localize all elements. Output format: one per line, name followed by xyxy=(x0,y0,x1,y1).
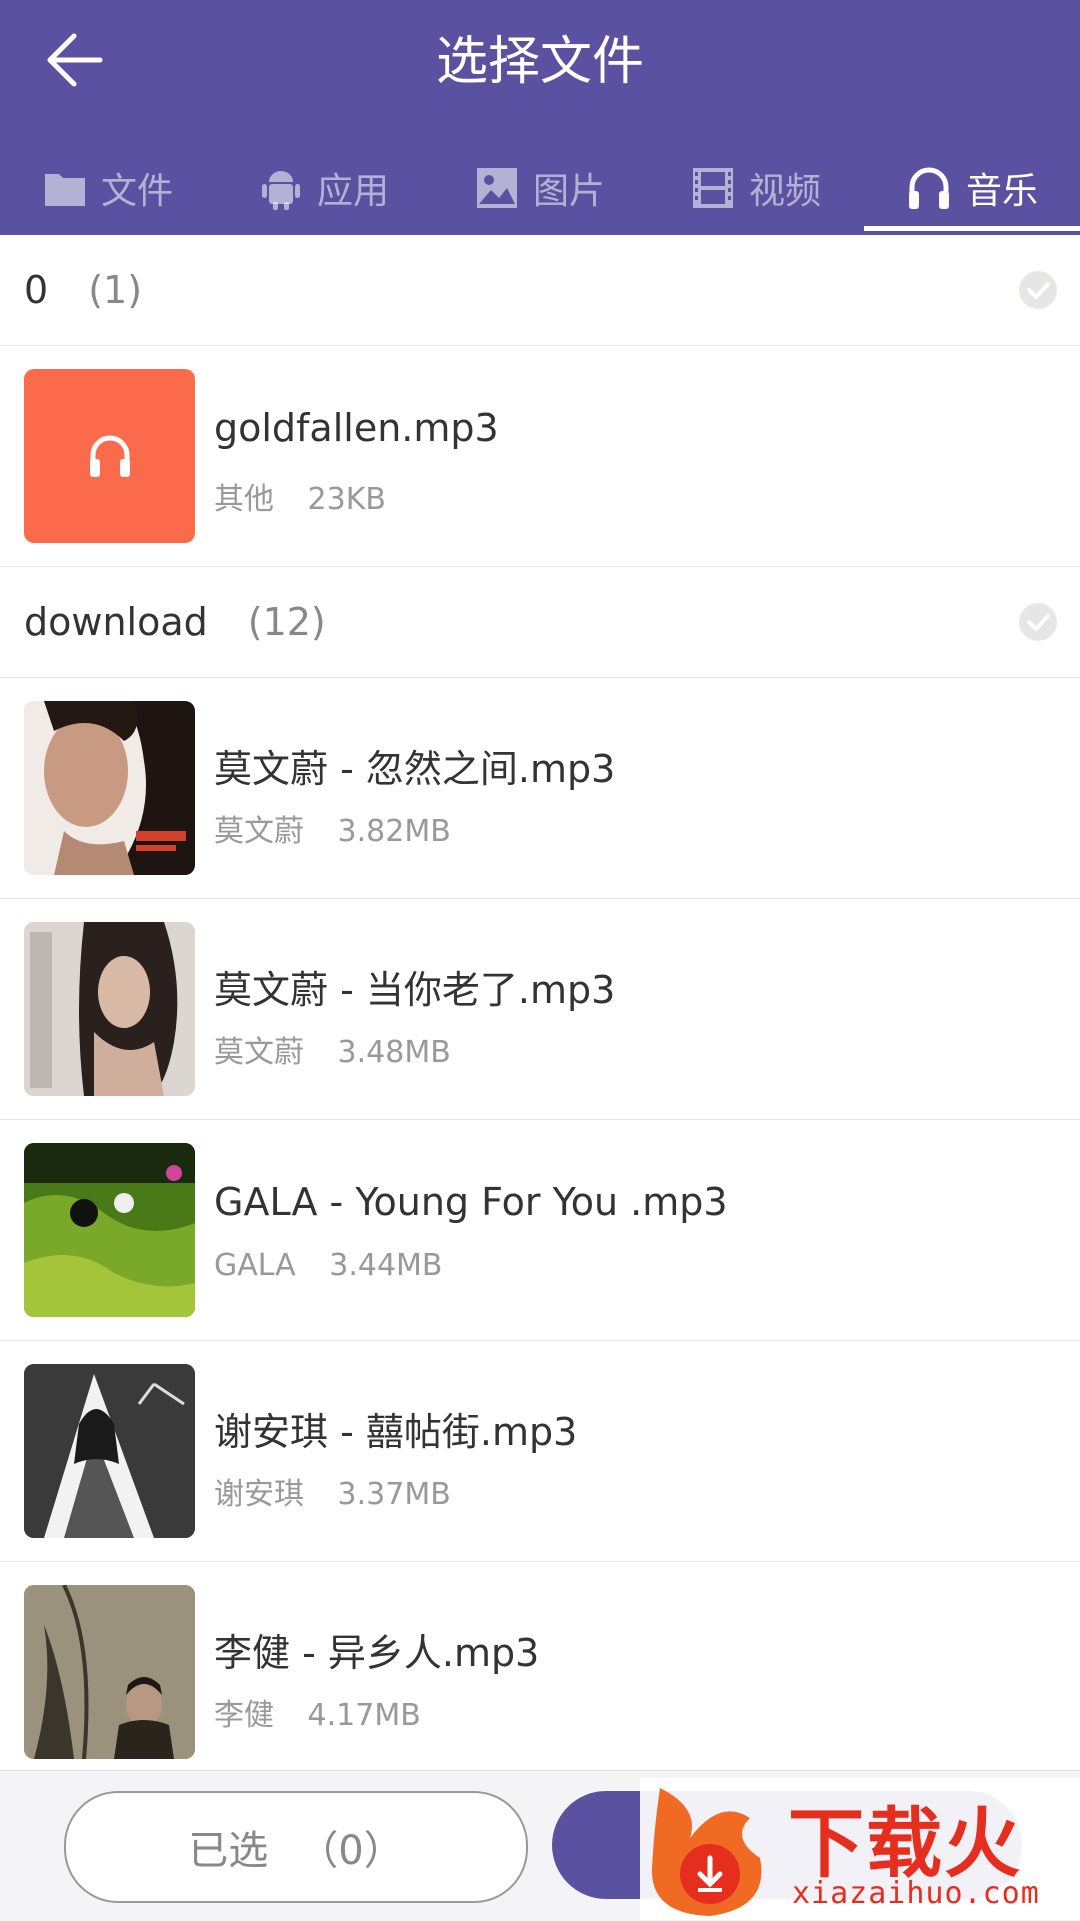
album-art-image xyxy=(24,1364,195,1538)
tab-apps[interactable]: 应用 xyxy=(216,140,432,235)
music-thumbnail xyxy=(24,369,195,543)
headphones-icon xyxy=(89,435,130,477)
flame-logo-icon xyxy=(651,1788,762,1916)
file-size: 3.82MB xyxy=(337,814,451,849)
page-title: 选择文件 xyxy=(435,32,644,92)
file-meta: 其他 23KB xyxy=(214,474,386,518)
file-name: 谢安琪 - 囍帖街.mp3 xyxy=(214,1410,578,1454)
album-cover xyxy=(24,701,195,875)
list-item[interactable]: 莫文蔚 - 忽然之间.mp3 莫文蔚 3.82MB xyxy=(0,678,1080,899)
selected-count: （0） xyxy=(298,1828,404,1874)
film-icon xyxy=(692,167,733,208)
group-header[interactable]: download (12) xyxy=(0,567,1080,678)
album-cover xyxy=(24,1364,195,1538)
group-header[interactable]: 0 (1) xyxy=(0,235,1080,346)
album-art-image xyxy=(24,1585,195,1759)
list-item[interactable]: 谢安琪 - 囍帖街.mp3 谢安琪 3.37MB xyxy=(0,1341,1080,1562)
list-item[interactable]: 莫文蔚 - 当你老了.mp3 莫文蔚 3.48MB xyxy=(0,899,1080,1120)
file-size: 23KB xyxy=(307,482,386,517)
folder-icon xyxy=(44,173,85,206)
file-name: GALA - Young For You .mp3 xyxy=(214,1180,728,1224)
file-list: 0 (1) goldfallen.mp3 其他 23KB download (1… xyxy=(0,235,1080,1770)
check-circle-icon[interactable] xyxy=(1018,602,1058,642)
file-meta: 谢安琪 3.37MB xyxy=(214,1469,451,1513)
selected-label: 已选 xyxy=(188,1828,269,1874)
file-artist: 其他 xyxy=(214,482,274,517)
file-name: goldfallen.mp3 xyxy=(214,406,499,450)
file-name: 莫文蔚 - 当你老了.mp3 xyxy=(214,968,616,1012)
tab-label: 应用 xyxy=(316,170,389,212)
album-cover xyxy=(24,1143,195,1317)
file-meta: GALA 3.44MB xyxy=(214,1248,443,1283)
file-artist: 莫文蔚 xyxy=(214,814,304,849)
album-cover xyxy=(24,1585,195,1759)
tab-videos[interactable]: 视频 xyxy=(648,140,864,235)
group-count: (12) xyxy=(247,600,326,644)
app-header: 选择文件 文件 应用 图片 视频 音乐 xyxy=(0,0,1080,235)
android-icon xyxy=(261,170,300,210)
album-art-image xyxy=(24,1143,195,1317)
watermark-url: xiazaihuo.com xyxy=(792,1876,1040,1911)
file-artist: 莫文蔚 xyxy=(214,1035,304,1070)
tab-label: 视频 xyxy=(748,170,821,212)
list-item[interactable]: GALA - Young For You .mp3 GALA 3.44MB xyxy=(0,1120,1080,1341)
selected-files-button[interactable]: 已选 （0） xyxy=(64,1791,528,1903)
file-meta: 李健 4.17MB xyxy=(214,1690,421,1734)
list-item[interactable]: 李健 - 异乡人.mp3 李健 4.17MB xyxy=(0,1562,1080,1770)
check-circle-icon[interactable] xyxy=(1018,270,1058,310)
file-size: 3.48MB xyxy=(337,1035,451,1070)
list-item[interactable]: goldfallen.mp3 其他 23KB xyxy=(0,346,1080,567)
tab-label: 文件 xyxy=(100,170,173,212)
image-icon xyxy=(476,167,517,208)
group-name: download xyxy=(24,600,208,644)
tab-files[interactable]: 文件 xyxy=(0,140,216,235)
tab-label: 音乐 xyxy=(965,170,1038,212)
file-size: 4.17MB xyxy=(307,1698,421,1733)
album-art-image xyxy=(24,701,195,875)
file-artist: GALA xyxy=(214,1248,296,1283)
album-art-image xyxy=(24,922,195,1096)
tab-bar: 文件 应用 图片 视频 音乐 xyxy=(0,140,1080,235)
file-artist: 李健 xyxy=(214,1698,274,1733)
tab-music[interactable]: 音乐 xyxy=(864,140,1080,235)
group-count: (1) xyxy=(88,268,143,312)
file-size: 3.44MB xyxy=(329,1248,443,1283)
headphones-icon xyxy=(908,167,949,209)
file-name: 莫文蔚 - 忽然之间.mp3 xyxy=(214,747,616,791)
file-artist: 谢安琪 xyxy=(214,1477,304,1512)
album-cover xyxy=(24,922,195,1096)
watermark: 下载火 xiazaihuo.com xyxy=(640,1778,1080,1920)
file-meta: 莫文蔚 3.48MB xyxy=(214,1027,451,1071)
tab-images[interactable]: 图片 xyxy=(432,140,648,235)
tab-label: 图片 xyxy=(532,170,605,212)
active-tab-indicator xyxy=(864,226,1080,231)
file-name: 李健 - 异乡人.mp3 xyxy=(214,1631,540,1675)
file-size: 3.37MB xyxy=(337,1477,451,1512)
file-meta: 莫文蔚 3.82MB xyxy=(214,806,451,850)
group-name: 0 xyxy=(24,268,49,312)
